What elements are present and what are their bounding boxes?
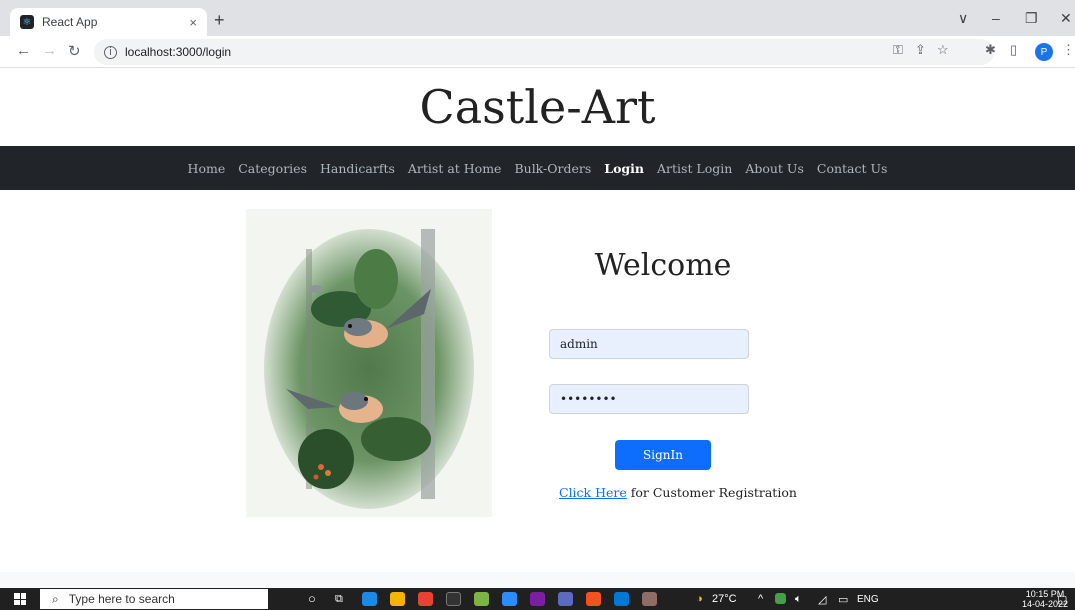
signin-button[interactable]: SignIn [615, 440, 711, 470]
app-icon-indigo[interactable] [558, 592, 573, 606]
site-info-icon[interactable]: i [104, 45, 117, 59]
menu-kebab-icon[interactable]: ⋮ [1062, 42, 1075, 58]
reload-icon[interactable]: ↻ [68, 42, 81, 60]
close-window-button[interactable]: ✕ [1060, 10, 1072, 27]
forward-arrow-icon[interactable]: → [42, 42, 57, 59]
register-link[interactable]: Click Here [559, 485, 627, 500]
network-icon[interactable]: ◿ [818, 593, 826, 606]
profile-avatar[interactable]: P [1035, 43, 1053, 61]
chrome-icon[interactable] [418, 592, 433, 606]
new-tab-button[interactable]: + [214, 10, 225, 31]
minimize-button[interactable]: – [992, 10, 1000, 26]
url-text: localhost:3000/login [125, 45, 232, 59]
taskbar-search-box[interactable]: ⌕ Type here to search [40, 589, 268, 609]
welcome-heading: Welcome [594, 248, 732, 283]
nav-bulk-orders[interactable]: Bulk-Orders [514, 161, 591, 176]
site-title: Castle-Art [419, 80, 656, 134]
page-footer-band [0, 572, 1075, 588]
key-icon[interactable]: ⚿ [893, 42, 903, 58]
terminal-icon[interactable] [446, 592, 461, 606]
speaker-icon[interactable]: 🔈︎ [795, 593, 802, 606]
browser-tab-bar: ⚛ React App × + ∨ – ❐ ✕ [0, 0, 1075, 36]
nav-categories[interactable]: Categories [238, 161, 307, 176]
windows-taskbar: ⌕ Type here to search ○ ⧉ ◑ 27°C ^ 🔈︎ ◿ … [0, 588, 1075, 610]
notification-icon[interactable]: ▢ [1057, 593, 1067, 606]
nav-home[interactable]: Home [188, 161, 226, 176]
weather-temp[interactable]: 27°C [712, 593, 737, 605]
register-text: for Customer Registration [626, 485, 797, 500]
tab-title: React App [42, 15, 98, 29]
battery-icon[interactable]: ▭ [838, 593, 848, 606]
vscode-icon[interactable] [614, 592, 629, 606]
extensions-puzzle-icon[interactable]: ✱ [985, 42, 996, 58]
side-panel-icon[interactable]: ▯ [1010, 42, 1017, 58]
password-input[interactable] [549, 384, 749, 414]
nav-about-us[interactable]: About Us [745, 161, 804, 176]
share-icon[interactable]: ⇪ [915, 42, 926, 58]
search-icon: ⌕ [52, 591, 59, 606]
app-icon-orange[interactable] [586, 592, 601, 606]
nav-artist-login[interactable]: Artist Login [657, 161, 732, 176]
app-icon-green[interactable] [474, 592, 489, 606]
task-view-icon[interactable]: ⧉ [335, 593, 343, 606]
react-favicon-icon: ⚛ [20, 15, 34, 29]
register-prompt: Click Here for Customer Registration [559, 485, 797, 500]
browser-tab[interactable]: ⚛ React App × [10, 8, 207, 36]
zoom-icon[interactable] [502, 592, 517, 606]
tray-app-icon[interactable] [775, 593, 786, 604]
username-input[interactable] [549, 329, 749, 359]
nav-artist-at-home[interactable]: Artist at Home [408, 161, 502, 176]
tab-search-icon[interactable]: ∨ [958, 10, 968, 27]
restore-button[interactable]: ❐ [1025, 10, 1038, 27]
main-navbar: Home Categories Handicarfts Artist at Ho… [0, 146, 1075, 190]
cortana-icon[interactable]: ○ [308, 591, 316, 606]
address-bar[interactable]: i localhost:3000/login [94, 39, 994, 65]
nav-handicrafts[interactable]: Handicarfts [320, 161, 395, 176]
browser-toolbar: ← → ↻ i localhost:3000/login ⚿ ⇪ ☆ ✱ ▯ P… [0, 36, 1075, 68]
nav-contact-us[interactable]: Contact Us [817, 161, 888, 176]
tab-close-icon[interactable]: × [189, 15, 197, 30]
app-icon-purple[interactable] [530, 592, 545, 606]
weather-icon: ◑ [696, 593, 703, 605]
windows-start-icon[interactable] [14, 593, 26, 605]
edge-icon[interactable] [362, 592, 377, 606]
nav-login[interactable]: Login [604, 161, 644, 176]
file-explorer-icon[interactable] [390, 592, 405, 606]
bird-painting-image [246, 209, 492, 517]
app-icon-brown[interactable] [642, 592, 657, 606]
language-indicator[interactable]: ENG [857, 594, 879, 605]
taskbar-search-placeholder: Type here to search [68, 592, 175, 606]
bookmark-star-icon[interactable]: ☆ [937, 42, 949, 58]
back-arrow-icon[interactable]: ← [16, 42, 31, 59]
tray-chevron-icon[interactable]: ^ [758, 593, 763, 605]
